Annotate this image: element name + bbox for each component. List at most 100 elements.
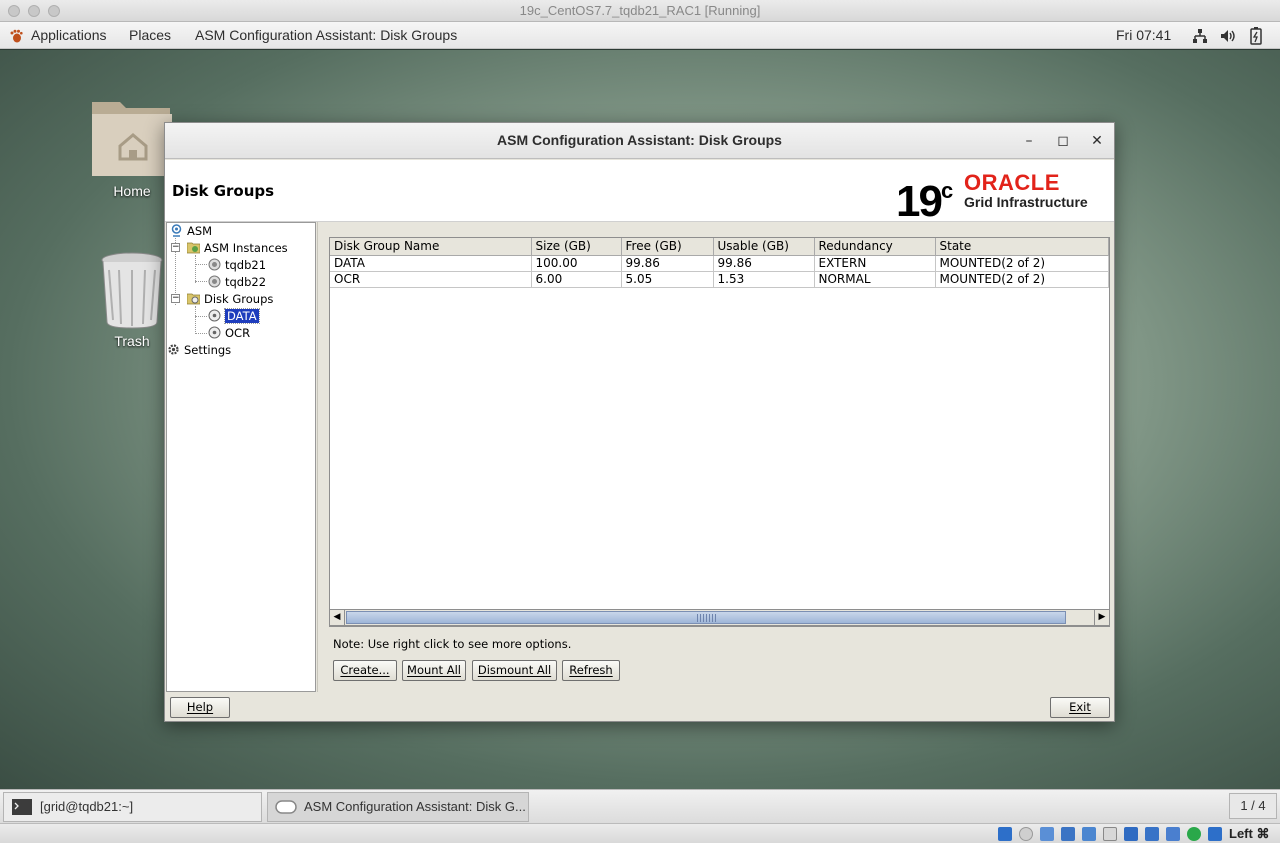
audio-icon[interactable] [1019,827,1033,841]
tree-label: OCR [225,326,251,340]
settings-gear-icon [168,344,179,355]
active-app-menu[interactable]: ASM Configuration Assistant: Disk Groups [195,27,457,43]
task-terminal[interactable]: [grid@tqdb21:~] [3,792,262,822]
optical-drive-icon[interactable] [998,827,1012,841]
table-cell[interactable]: EXTERN [814,255,936,272]
split-pane-divider[interactable] [317,222,323,692]
table-row[interactable]: DATA 100.00 99.86 99.86 EXTERN MOUNTED(2 of 2… [330,255,1109,272]
tree-node-tqdb21[interactable]: tqdb21 [208,257,266,273]
instances-folder-icon [187,242,200,254]
column-header[interactable]: Size (GB) [531,238,622,256]
page-title: Disk Groups [172,182,275,200]
volume-icon[interactable] [1220,28,1236,44]
table-header-row: Disk Group Name Size (GB) Free (GB) Usable … [330,238,1109,256]
applications-menu[interactable]: Applications [31,27,107,43]
network-icon[interactable] [1192,28,1208,44]
disk-groups-table[interactable]: Disk Group Name Size (GB) Free (GB) Usable … [329,237,1110,627]
table-cell[interactable]: MOUNTED(2 of 2) [935,255,1109,272]
network-adapter-icon[interactable] [1061,827,1075,841]
collapse-asm-instances-icon[interactable]: − [171,243,180,252]
arrow-down-icon[interactable] [1208,827,1222,841]
navigation-tree[interactable]: ASM − ASM Instances tqdb21 tqdb22 − Disk… [166,222,316,692]
workspace-pager[interactable]: 1 / 4 [1229,793,1277,819]
table-cell[interactable]: 5.05 [621,271,714,288]
table-cell[interactable]: OCR [330,271,532,288]
host-key-label: Left ⌘ [1229,826,1270,841]
minimize-icon[interactable]: – [1019,131,1039,151]
trash-can-icon [101,252,163,329]
column-header[interactable]: Usable (GB) [713,238,815,256]
task-asmca[interactable]: ASM Configuration Assistant: Disk G... [267,792,529,822]
scrollbar-grip-icon [697,614,717,622]
table-cell[interactable]: 6.00 [531,271,622,288]
table-cell[interactable]: 99.86 [621,255,714,272]
shared-folder-icon[interactable] [1103,827,1117,841]
column-header[interactable]: Redundancy [814,238,936,256]
table-cell[interactable]: MOUNTED(2 of 2) [935,271,1109,288]
display-icon[interactable] [1124,827,1138,841]
disk-groups-folder-icon [187,293,200,305]
battery-icon[interactable] [1250,27,1262,45]
tree-label: Disk Groups [204,292,274,306]
scroll-right-icon[interactable]: ▶ [1094,610,1109,625]
refresh-button[interactable]: Refresh [562,660,620,681]
tree-node-settings[interactable]: Settings [167,342,231,358]
column-header[interactable]: Disk Group Name [330,238,532,256]
mouse-integration-icon[interactable] [1187,827,1201,841]
tree-label: Settings [184,343,232,357]
virtualization-icon[interactable] [1166,827,1180,841]
applications-foot-icon [10,29,23,43]
terminal-icon [12,799,32,815]
maximize-icon[interactable]: ◻ [1053,131,1073,151]
window-titlebar[interactable]: ASM Configuration Assistant: Disk Groups… [165,123,1114,159]
tree-node-tqdb22[interactable]: tqdb22 [208,274,266,290]
tree-label: tqdb21 [225,258,267,272]
scrollbar-thumb[interactable] [346,611,1066,624]
column-header[interactable]: Free (GB) [621,238,714,256]
tree-label: tqdb22 [225,275,267,289]
tree-node-disk-groups[interactable]: Disk Groups [187,291,273,307]
tree-label: DATA [224,308,260,324]
window-title: ASM Configuration Assistant: Disk Groups [497,132,782,148]
horizontal-scrollbar[interactable]: ◀ ▶ [329,609,1110,626]
scroll-left-icon[interactable]: ◀ [330,610,345,625]
table-cell[interactable]: 100.00 [531,255,622,272]
close-icon[interactable]: ✕ [1087,131,1107,151]
create-button[interactable]: Create... [333,660,397,681]
tree-node-asm-instances[interactable]: ASM Instances [187,240,288,256]
table-cell[interactable]: 1.53 [713,271,815,288]
gnome-top-panel: Applications Places ASM Configuration As… [0,22,1280,49]
instance-gear-icon [208,258,221,271]
usb-icon[interactable] [1040,827,1054,841]
column-header[interactable]: State [935,238,1109,256]
home-folder-icon [92,102,172,176]
mount-all-button[interactable]: Mount All [402,660,466,681]
table-cell[interactable]: 99.86 [713,255,815,272]
version-suffix: c [940,178,954,203]
recording-icon[interactable] [1145,827,1159,841]
places-menu[interactable]: Places [129,27,171,43]
exit-button[interactable]: Exit [1050,697,1110,718]
task-label: [grid@tqdb21:~] [40,799,134,814]
table-cell[interactable]: DATA [330,255,532,272]
dismount-all-button[interactable]: Dismount All [472,660,557,681]
host-window-title: 19c_CentOS7.7_tqdb21_RAC1 [Running] [519,3,761,18]
version-logo: 19c [896,166,953,227]
tree-node-ocr[interactable]: OCR [208,325,250,341]
vm-status-bar: Left ⌘ [0,823,1280,843]
oracle-logo: ORACLE [964,170,1060,195]
gnome-bottom-panel: [grid@tqdb21:~] ASM Configuration Assist… [0,789,1280,823]
header-band: Disk Groups 19c ORACLE Grid Infrastructu… [165,160,1114,226]
tree-label: ASM Instances [204,241,288,255]
clock[interactable]: Fri 07:41 [1116,27,1171,43]
asmca-window: ASM Configuration Assistant: Disk Groups… [164,122,1115,722]
tree-node-asm[interactable]: ASM [170,223,212,239]
table-cell[interactable]: NORMAL [814,271,936,288]
host-window-titlebar: 19c_CentOS7.7_tqdb21_RAC1 [Running] [0,0,1280,22]
tree-node-data[interactable]: DATA [208,308,260,324]
task-label: ASM Configuration Assistant: Disk G... [304,799,526,814]
pencil-icon[interactable] [1082,827,1096,841]
help-button[interactable]: Help [170,697,230,718]
table-row[interactable]: OCR 6.00 5.05 1.53 NORMAL MOUNTED(2 of 2) [330,271,1109,288]
collapse-disk-groups-icon[interactable]: − [171,294,180,303]
